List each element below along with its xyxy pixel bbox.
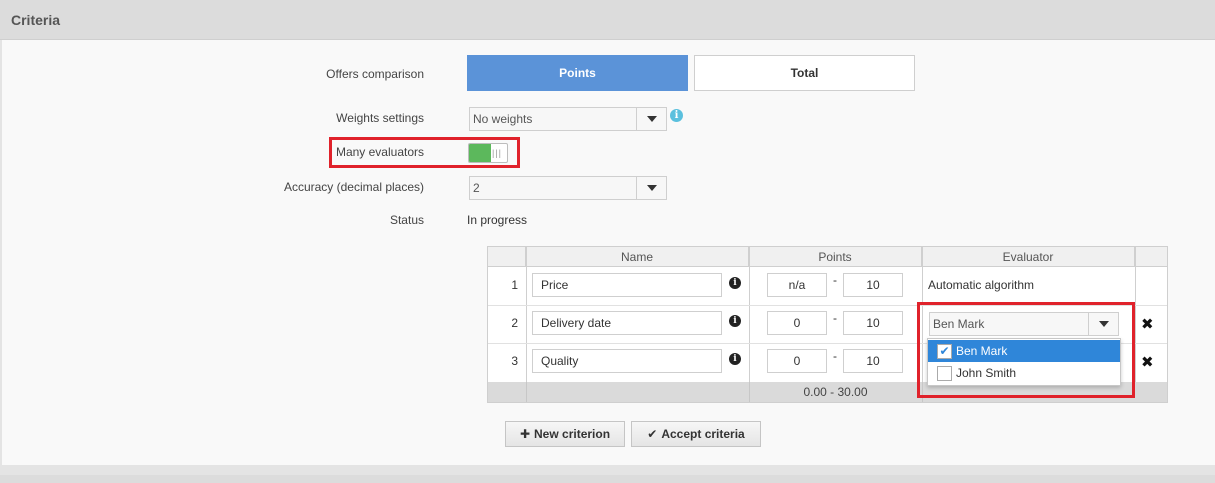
bottom-bar — [0, 475, 1215, 483]
criterion-name-input[interactable]: Price — [532, 273, 722, 297]
chevron-down-icon[interactable] — [636, 108, 666, 130]
many-evaluators-toggle[interactable]: ||| — [468, 143, 508, 163]
accuracy-select[interactable]: 2 — [469, 176, 667, 200]
accept-criteria-label: Accept criteria — [661, 427, 745, 441]
status-label: Status — [389, 213, 424, 227]
range-dash: - — [833, 273, 837, 287]
highlight-box-evaluator — [917, 302, 1135, 398]
table-header-number — [488, 247, 526, 267]
check-icon: ✔ — [647, 427, 658, 441]
row-number: 3 — [511, 354, 518, 368]
toggle-on-indicator — [469, 144, 491, 162]
new-criterion-button[interactable]: ✚ New criterion — [505, 421, 625, 447]
delete-icon[interactable]: ✖ — [1141, 353, 1154, 371]
offers-comparison-label: Offers comparison — [326, 67, 424, 81]
table-header-points: Points — [749, 247, 922, 267]
points-max-input[interactable]: 10 — [843, 273, 903, 297]
evaluator-text: Automatic algorithm — [928, 278, 1035, 292]
weights-select[interactable]: No weights — [469, 107, 667, 131]
row-number: 1 — [511, 278, 518, 292]
criterion-name-input[interactable]: Quality — [532, 349, 722, 373]
table-header-actions — [1135, 247, 1167, 267]
accuracy-label: Accuracy (decimal places) — [283, 180, 424, 194]
chevron-down-icon[interactable] — [636, 177, 666, 199]
table-header-evaluator: Evaluator — [922, 247, 1135, 267]
accuracy-select-value: 2 — [473, 181, 480, 195]
panel-title: Criteria — [11, 12, 61, 28]
points-min-input[interactable]: 0 — [767, 349, 827, 373]
weights-select-value: No weights — [473, 112, 533, 126]
criterion-name-input[interactable]: Delivery date — [532, 311, 722, 335]
points-max-input[interactable]: 10 — [843, 349, 903, 373]
info-icon[interactable]: i — [670, 109, 683, 122]
range-dash: - — [833, 349, 837, 363]
delete-icon[interactable]: ✖ — [1141, 315, 1154, 333]
row-number: 2 — [511, 316, 518, 330]
points-min-input[interactable]: n/a — [767, 273, 827, 297]
toggle-grip-icon: ||| — [492, 148, 503, 158]
table-header-name: Name — [526, 247, 749, 267]
points-button[interactable]: Points — [467, 55, 688, 91]
range-dash: - — [833, 311, 837, 325]
panel-header: Criteria — [0, 0, 1215, 40]
plus-icon: ✚ — [519, 427, 531, 441]
accept-criteria-button[interactable]: ✔ Accept criteria — [631, 421, 761, 447]
status-value: In progress — [467, 213, 528, 227]
new-criterion-label: New criterion — [534, 427, 611, 441]
weights-settings-label: Weights settings — [336, 111, 424, 125]
points-total: 0.00 - 30.00 — [803, 385, 868, 399]
total-button[interactable]: Total — [694, 55, 915, 91]
many-evaluators-label: Many evaluators — [335, 145, 424, 159]
info-icon[interactable]: i — [729, 277, 741, 289]
info-icon[interactable]: i — [729, 353, 741, 365]
info-icon[interactable]: i — [729, 315, 741, 327]
points-min-input[interactable]: 0 — [767, 311, 827, 335]
points-max-input[interactable]: 10 — [843, 311, 903, 335]
